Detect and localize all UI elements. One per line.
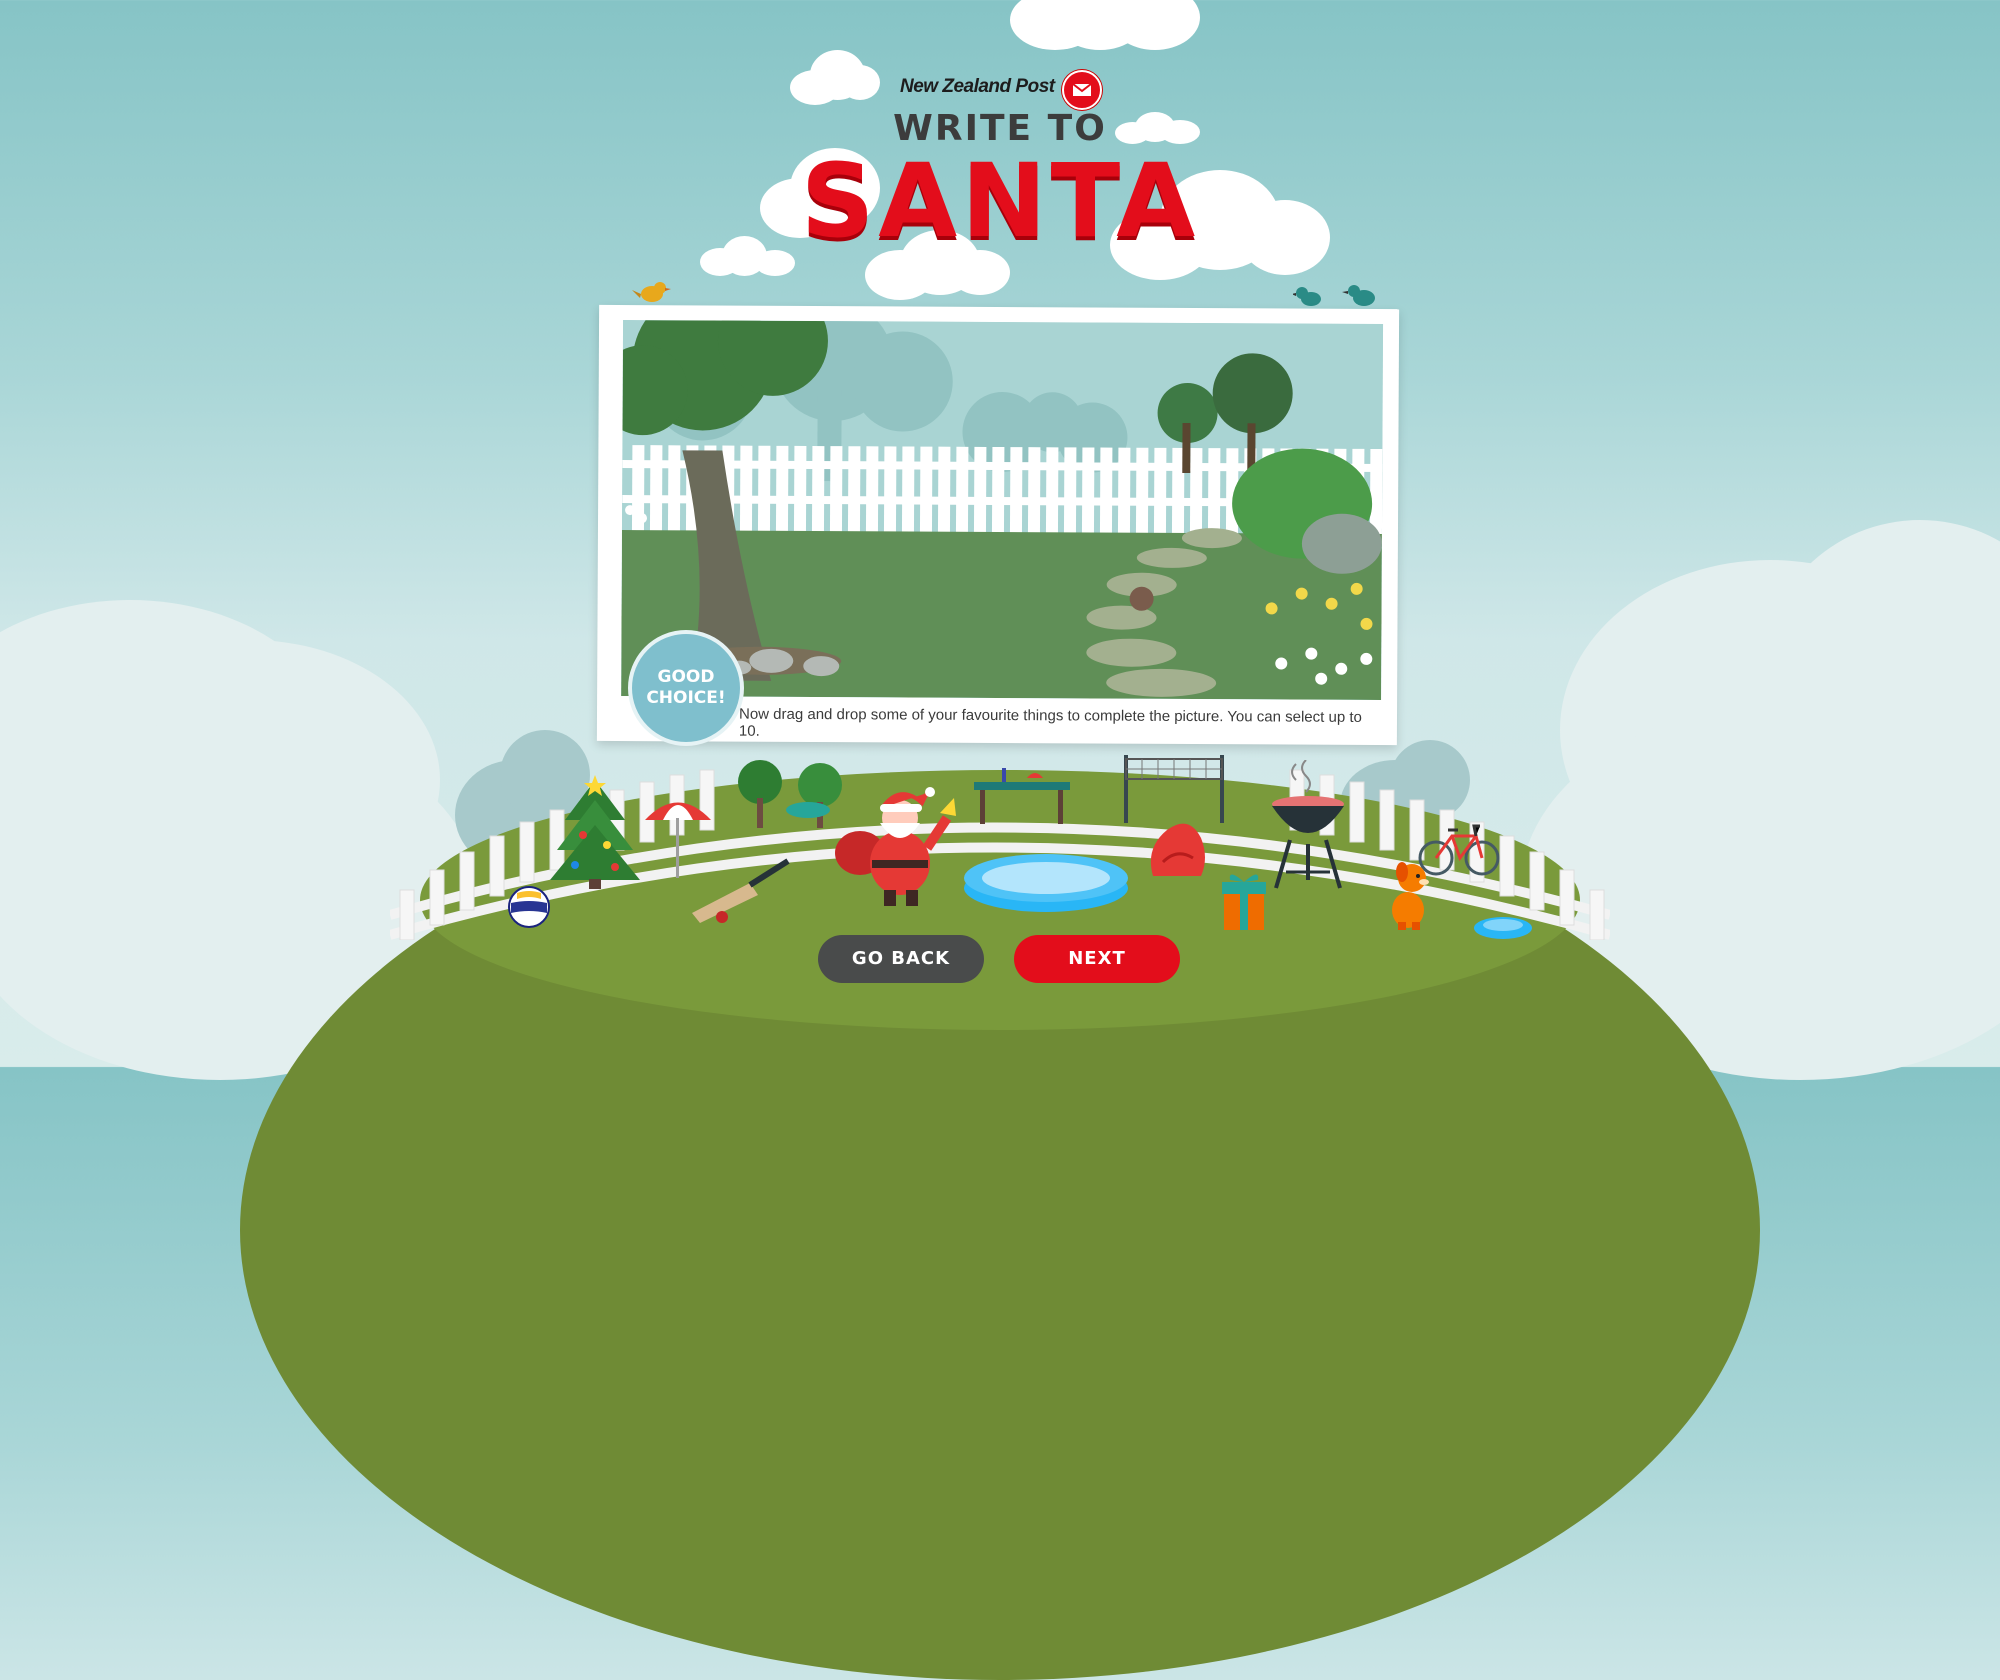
instruction-text: Now drag and drop some of your favourite…: [738, 705, 1362, 740]
paddling-pool-item[interactable]: [962, 850, 1130, 919]
bean-bag-item[interactable]: [1145, 818, 1209, 884]
tree-icon: [550, 775, 640, 889]
hammock-icon: [786, 802, 830, 818]
table-icon: [974, 768, 1070, 824]
santa-item[interactable]: [832, 778, 957, 912]
garden-scene-dropzone[interactable]: [621, 320, 1384, 701]
cricket-bat-icon: [692, 858, 790, 923]
gift-icon: [1222, 874, 1266, 930]
christmas-tree-item[interactable]: [545, 775, 645, 894]
pool-icon: [964, 854, 1128, 912]
ball-icon: [508, 886, 550, 928]
picnic-table-item[interactable]: [972, 768, 1072, 832]
go-back-button[interactable]: GO BACK: [818, 935, 984, 983]
page-title: SANTA: [800, 142, 1200, 261]
good-choice-badge: GOOD CHOICE!: [628, 630, 744, 746]
volleyball-item[interactable]: [507, 885, 551, 933]
frisbee-item[interactable]: [1472, 912, 1534, 944]
next-button[interactable]: NEXT: [1014, 935, 1180, 983]
barbecue-item[interactable]: [1268, 759, 1348, 899]
beanbag-icon: [1150, 823, 1205, 876]
net-icon: [1124, 755, 1224, 823]
brand-logo: New Zealand Post: [900, 70, 1140, 110]
nz-post-logo-icon: [1062, 70, 1102, 110]
badge-text: GOOD CHOICE!: [646, 667, 726, 708]
frisbee-icon: [1474, 917, 1532, 939]
bbq-icon: [1272, 759, 1344, 889]
dog-item[interactable]: [1384, 858, 1436, 934]
gift-item[interactable]: [1218, 868, 1270, 936]
hammock-item[interactable]: [783, 800, 833, 824]
santa-icon: [835, 787, 956, 906]
brand-name: New Zealand Post: [900, 76, 1055, 97]
cricket-bat-item[interactable]: [688, 855, 793, 929]
dog-icon: [1392, 862, 1429, 930]
